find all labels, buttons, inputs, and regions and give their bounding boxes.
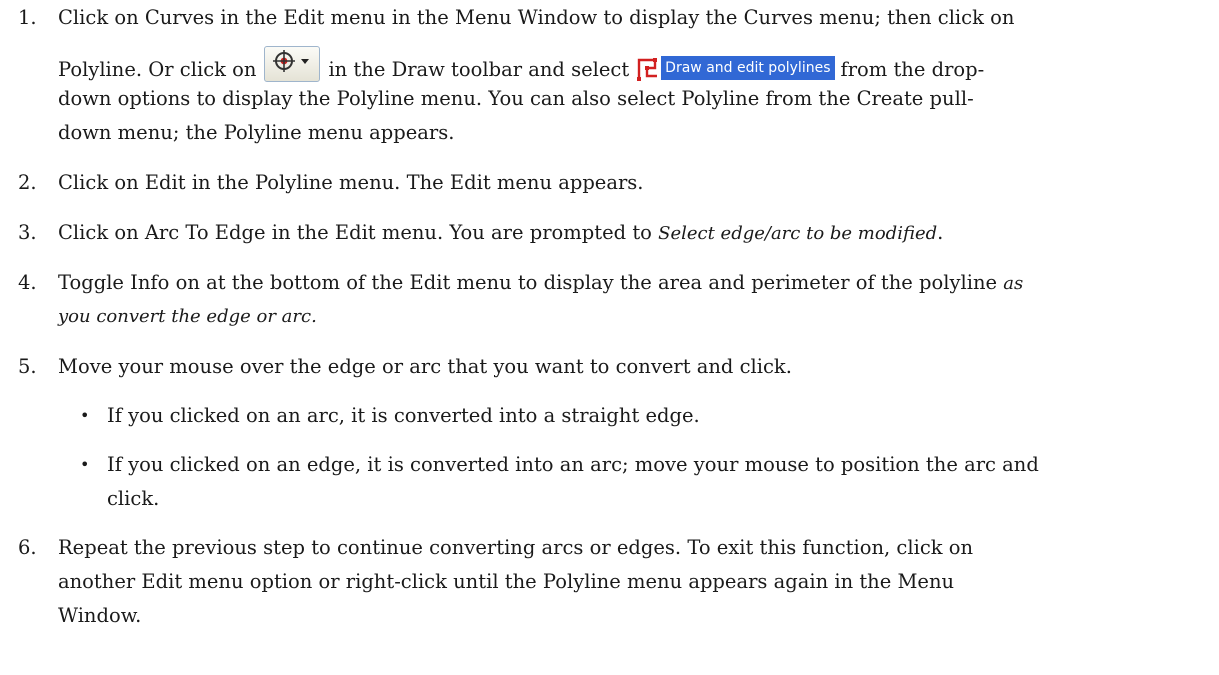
italic-text: as xyxy=(1003,273,1024,294)
menu-item-label: Draw and edit polylines xyxy=(661,56,835,80)
text-span: Click on Arc To Edge in the Edit menu. Y… xyxy=(58,221,652,244)
step-number: 1. xyxy=(18,6,37,29)
step-text-line: another Edit menu option or right-click … xyxy=(58,570,955,593)
step-text: Repeat the previous step to continue con… xyxy=(58,536,974,559)
italic-text: Select edge/arc to be modified xyxy=(658,223,938,244)
polyline-draw-icon xyxy=(637,58,658,81)
bullet-text: If you clicked on an arc, it is converte… xyxy=(107,404,700,427)
step-text-line: down options to display the Polyline men… xyxy=(58,87,974,110)
step-text: Click on Arc To Edge in the Edit menu. Y… xyxy=(58,216,1208,251)
step-number: 4. xyxy=(18,271,37,294)
text-span: in the Draw toolbar and select xyxy=(328,58,630,81)
menu-item-draw-edit-polylines: Draw and edit polylines xyxy=(635,56,835,82)
draw-toolbar-target-button xyxy=(264,46,321,82)
bullet-text-line: click. xyxy=(107,487,160,510)
step-number: 2. xyxy=(18,171,37,194)
bullet-text: If you clicked on an edge, it is convert… xyxy=(107,453,1039,476)
step-number: 6. xyxy=(18,536,37,559)
italic-text: you convert the edge or arc. xyxy=(58,306,317,327)
step-number: 5. xyxy=(18,355,37,378)
step-text-line: Window. xyxy=(58,604,142,627)
step-text: Move your mouse over the edge or arc tha… xyxy=(58,355,792,378)
step-text: Click on Edit in the Polyline menu. The … xyxy=(58,171,644,194)
step-text: Click on Curves in the Edit menu in the … xyxy=(58,6,1015,29)
text-span: . xyxy=(937,221,944,244)
bullet-symbol: • xyxy=(80,455,90,474)
document-page: 1. Click on Curves in the Edit menu in t… xyxy=(0,0,1219,675)
step-text: Toggle Info on at the bottom of the Edit… xyxy=(58,266,1208,301)
text-span: Toggle Info on at the bottom of the Edit… xyxy=(58,271,998,294)
bullet-symbol: • xyxy=(80,406,90,425)
target-crosshair-dropdown-icon xyxy=(273,50,310,72)
text-span: Polyline. Or click on xyxy=(58,58,257,81)
step-text-line: down menu; the Polyline menu appears. xyxy=(58,121,455,144)
text-span: from the drop- xyxy=(840,58,985,81)
step-number: 3. xyxy=(18,221,37,244)
step-text-line: Polyline. Or click on in the Draw toolba… xyxy=(58,46,1208,87)
